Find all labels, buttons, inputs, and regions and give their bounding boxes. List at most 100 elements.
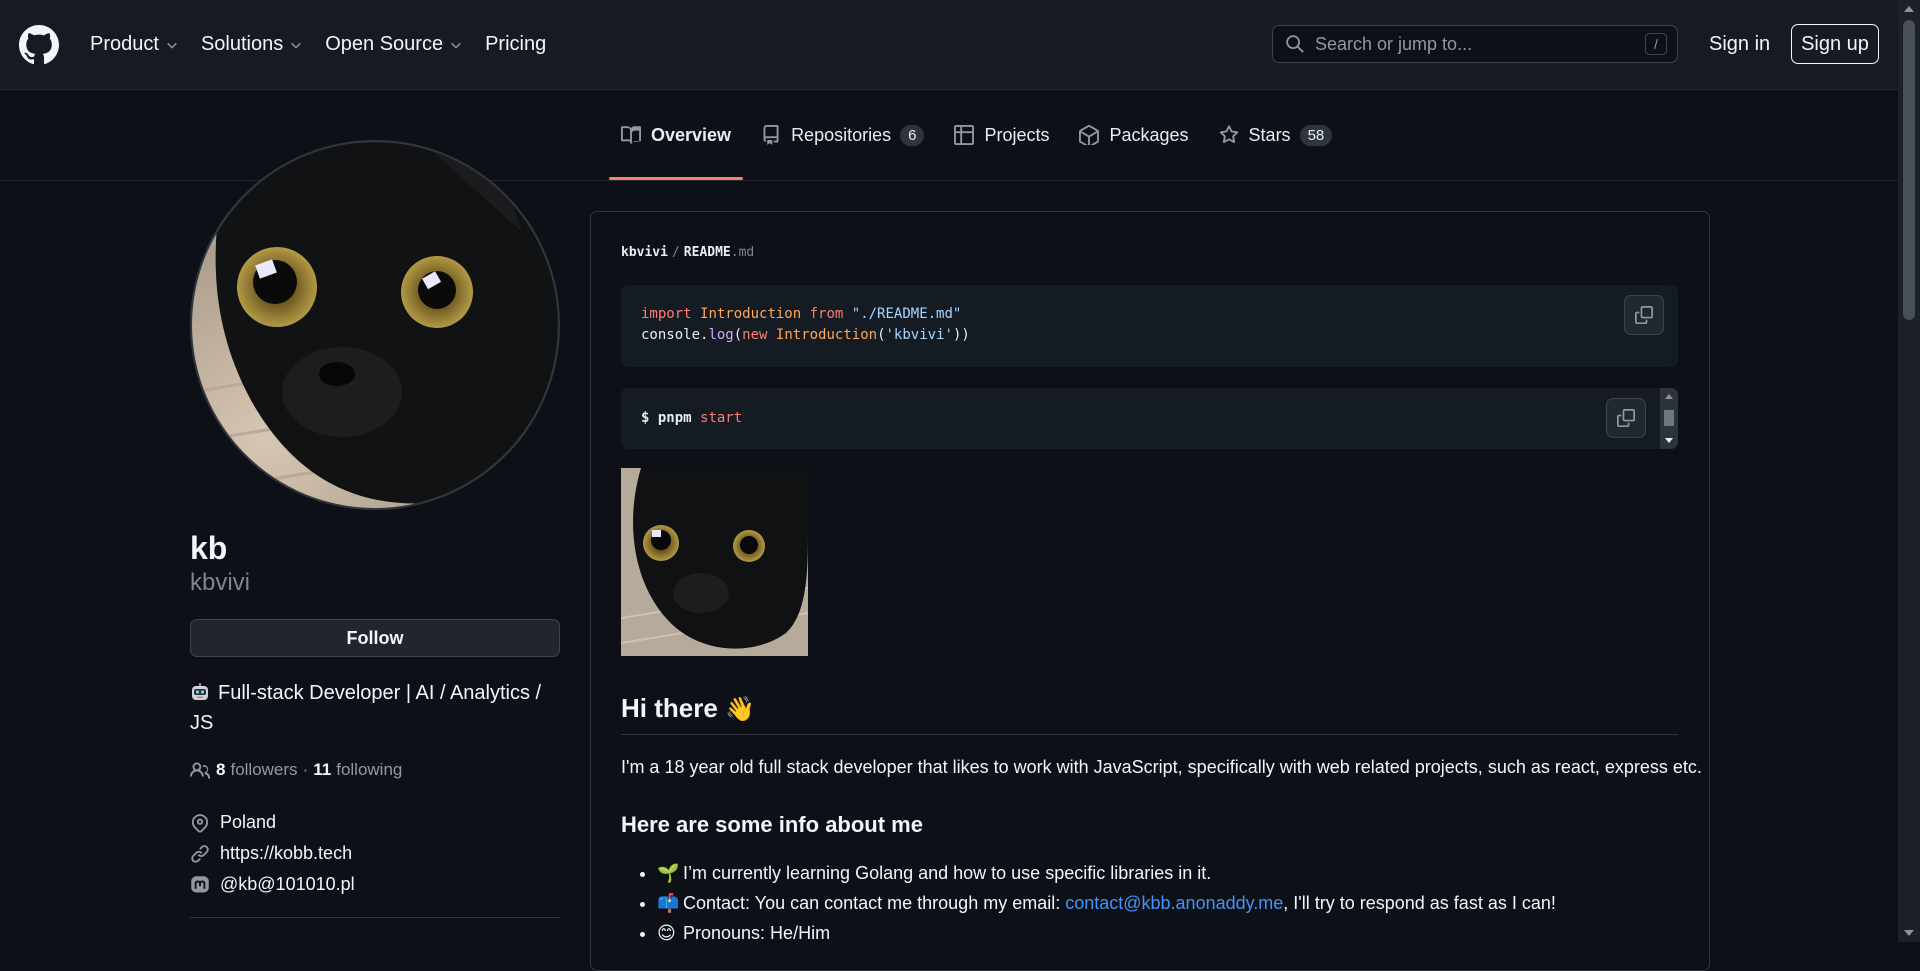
black-cat-photo xyxy=(621,468,808,656)
profile-website: https://kobb.tech xyxy=(190,843,352,864)
search-input[interactable]: Search or jump to... / xyxy=(1272,25,1678,63)
profile-tabs: Overview Repositories 6 Projects Package… xyxy=(609,90,1350,180)
search-placeholder: Search or jump to... xyxy=(1315,33,1473,54)
star-icon xyxy=(1219,125,1238,143)
repo-icon xyxy=(763,125,779,145)
email-link[interactable]: contact@kbb.anonaddy.me xyxy=(1065,893,1283,913)
people-icon xyxy=(190,762,210,779)
shell-argument: start xyxy=(700,410,743,426)
page-scrollbar[interactable] xyxy=(1898,0,1920,942)
list-item-text: Pronouns: He/Him xyxy=(683,923,831,943)
readme-file-name[interactable]: README xyxy=(684,245,731,260)
sidebar-divider xyxy=(190,917,560,918)
search-shortcut-key: / xyxy=(1645,33,1667,55)
nav-product[interactable]: Product xyxy=(90,33,179,56)
tab-stars[interactable]: Stars 58 xyxy=(1207,90,1345,180)
code-scrollbar[interactable] xyxy=(1660,388,1678,449)
search-icon xyxy=(1286,35,1304,53)
code-function: log xyxy=(708,327,734,343)
readme-breadcrumb: kbvivi / README.md xyxy=(621,245,754,260)
location-icon xyxy=(191,813,209,833)
code-lines: import Introduction from "./README.md" c… xyxy=(641,304,970,346)
nav-pricing-label: Pricing xyxy=(485,33,547,55)
repositories-count-badge: 6 xyxy=(900,124,925,146)
scroll-up-arrow-icon[interactable] xyxy=(1904,6,1914,12)
follow-stats: 8 followers · 11 following xyxy=(190,760,402,780)
nav-solutions[interactable]: Solutions xyxy=(201,33,303,56)
copy-code-button[interactable] xyxy=(1624,295,1664,335)
copy-code-button[interactable] xyxy=(1606,398,1646,438)
code-punct: ( xyxy=(733,327,743,343)
tab-overview-label: Overview xyxy=(651,124,732,145)
code-punct: ( xyxy=(877,327,886,343)
github-logo-icon[interactable] xyxy=(19,25,59,65)
copy-icon xyxy=(1617,409,1635,427)
code-keyword: import xyxy=(641,306,692,322)
code-block-import: import Introduction from "./README.md" c… xyxy=(621,285,1678,367)
scroll-down-arrow-icon[interactable] xyxy=(1665,438,1673,443)
code-class: Introduction xyxy=(700,306,802,322)
readme-heading: Hi there 👋 xyxy=(621,693,755,724)
readme-subheading: Here are some info about me xyxy=(621,812,923,837)
tab-packages-label: Packages xyxy=(1109,124,1189,145)
main-nav: Product Solutions Open Source Pricing xyxy=(90,0,568,89)
mastodon-icon xyxy=(191,875,209,892)
profile-bio-text: Full-stack Developer | AI / Analytics / … xyxy=(190,682,542,734)
code-keyword: from xyxy=(809,306,844,322)
scroll-up-arrow-icon[interactable] xyxy=(1665,394,1673,399)
nav-pricing[interactable]: Pricing xyxy=(485,33,546,56)
avatar[interactable] xyxy=(190,140,560,510)
scroll-thumb[interactable] xyxy=(1664,410,1674,426)
about-list: 🌱I’m currently learning Golang and how t… xyxy=(621,858,1556,948)
readme-cat-image[interactable] xyxy=(621,468,808,656)
sign-up-button[interactable]: Sign up xyxy=(1791,24,1879,64)
global-header: Product Solutions Open Source Pricing Se… xyxy=(0,0,1898,90)
profile-username: kbvivi xyxy=(190,569,251,596)
nav-solutions-label: Solutions xyxy=(200,33,284,55)
tab-repositories[interactable]: Repositories 6 xyxy=(749,90,936,180)
chevron-down-icon xyxy=(291,42,302,49)
nav-open-source[interactable]: Open Source xyxy=(325,33,463,56)
following-link[interactable]: 11 following xyxy=(313,760,402,780)
breadcrumb-separator: / xyxy=(671,245,680,260)
scroll-down-arrow-icon[interactable] xyxy=(1904,930,1914,936)
tab-projects[interactable]: Projects xyxy=(942,90,1061,180)
mailbox-icon: 📫 xyxy=(657,893,680,913)
book-icon xyxy=(621,126,641,144)
profile-mastodon: @kb@101010.pl xyxy=(190,874,355,895)
list-item: 🌱I’m currently learning Golang and how t… xyxy=(657,858,1556,888)
black-cat-photo xyxy=(192,142,558,508)
nav-product-label: Product xyxy=(90,33,159,55)
package-icon xyxy=(1079,125,1100,145)
tab-overview[interactable]: Overview xyxy=(609,90,744,180)
stars-count-badge: 58 xyxy=(1299,124,1333,146)
tab-packages[interactable]: Packages xyxy=(1067,90,1200,180)
code-punct: )) xyxy=(952,327,970,343)
follow-separator: · xyxy=(302,760,309,779)
list-item-text: , I'll try to respond as fast as I can! xyxy=(1283,893,1556,913)
code-lines: $ pnpm start xyxy=(641,408,742,429)
scroll-thumb[interactable] xyxy=(1903,20,1915,320)
following-count: 11 xyxy=(313,760,332,779)
readme-intro: I'm a 18 year old full stack developer t… xyxy=(621,757,1702,777)
location-text: Poland xyxy=(220,812,277,832)
follow-button[interactable]: Follow xyxy=(190,619,560,657)
smiling-face-icon: 😊 xyxy=(657,923,676,943)
followers-count: 8 xyxy=(216,760,226,779)
heading-divider xyxy=(621,734,1678,735)
tab-projects-label: Projects xyxy=(984,124,1050,145)
list-item-text: Contact: You can contact me through my e… xyxy=(683,893,1066,913)
profile-name: kb xyxy=(190,530,228,566)
readme-owner-link[interactable]: kbvivi xyxy=(621,245,668,260)
followers-link[interactable]: 8 followers xyxy=(216,760,298,780)
chevron-down-icon xyxy=(167,42,177,49)
website-link[interactable]: https://kobb.tech xyxy=(220,843,352,864)
mastodon-link[interactable]: @kb@101010.pl xyxy=(220,874,355,895)
followers-label: followers xyxy=(230,760,298,779)
following-label: following xyxy=(336,760,403,779)
code-block-shell: $ pnpm start xyxy=(621,388,1678,449)
list-item: 😊 Pronouns: He/Him xyxy=(657,918,1556,948)
chevron-down-icon xyxy=(451,42,461,49)
table-icon xyxy=(954,125,975,145)
sign-in-link[interactable]: Sign in xyxy=(1709,33,1770,56)
